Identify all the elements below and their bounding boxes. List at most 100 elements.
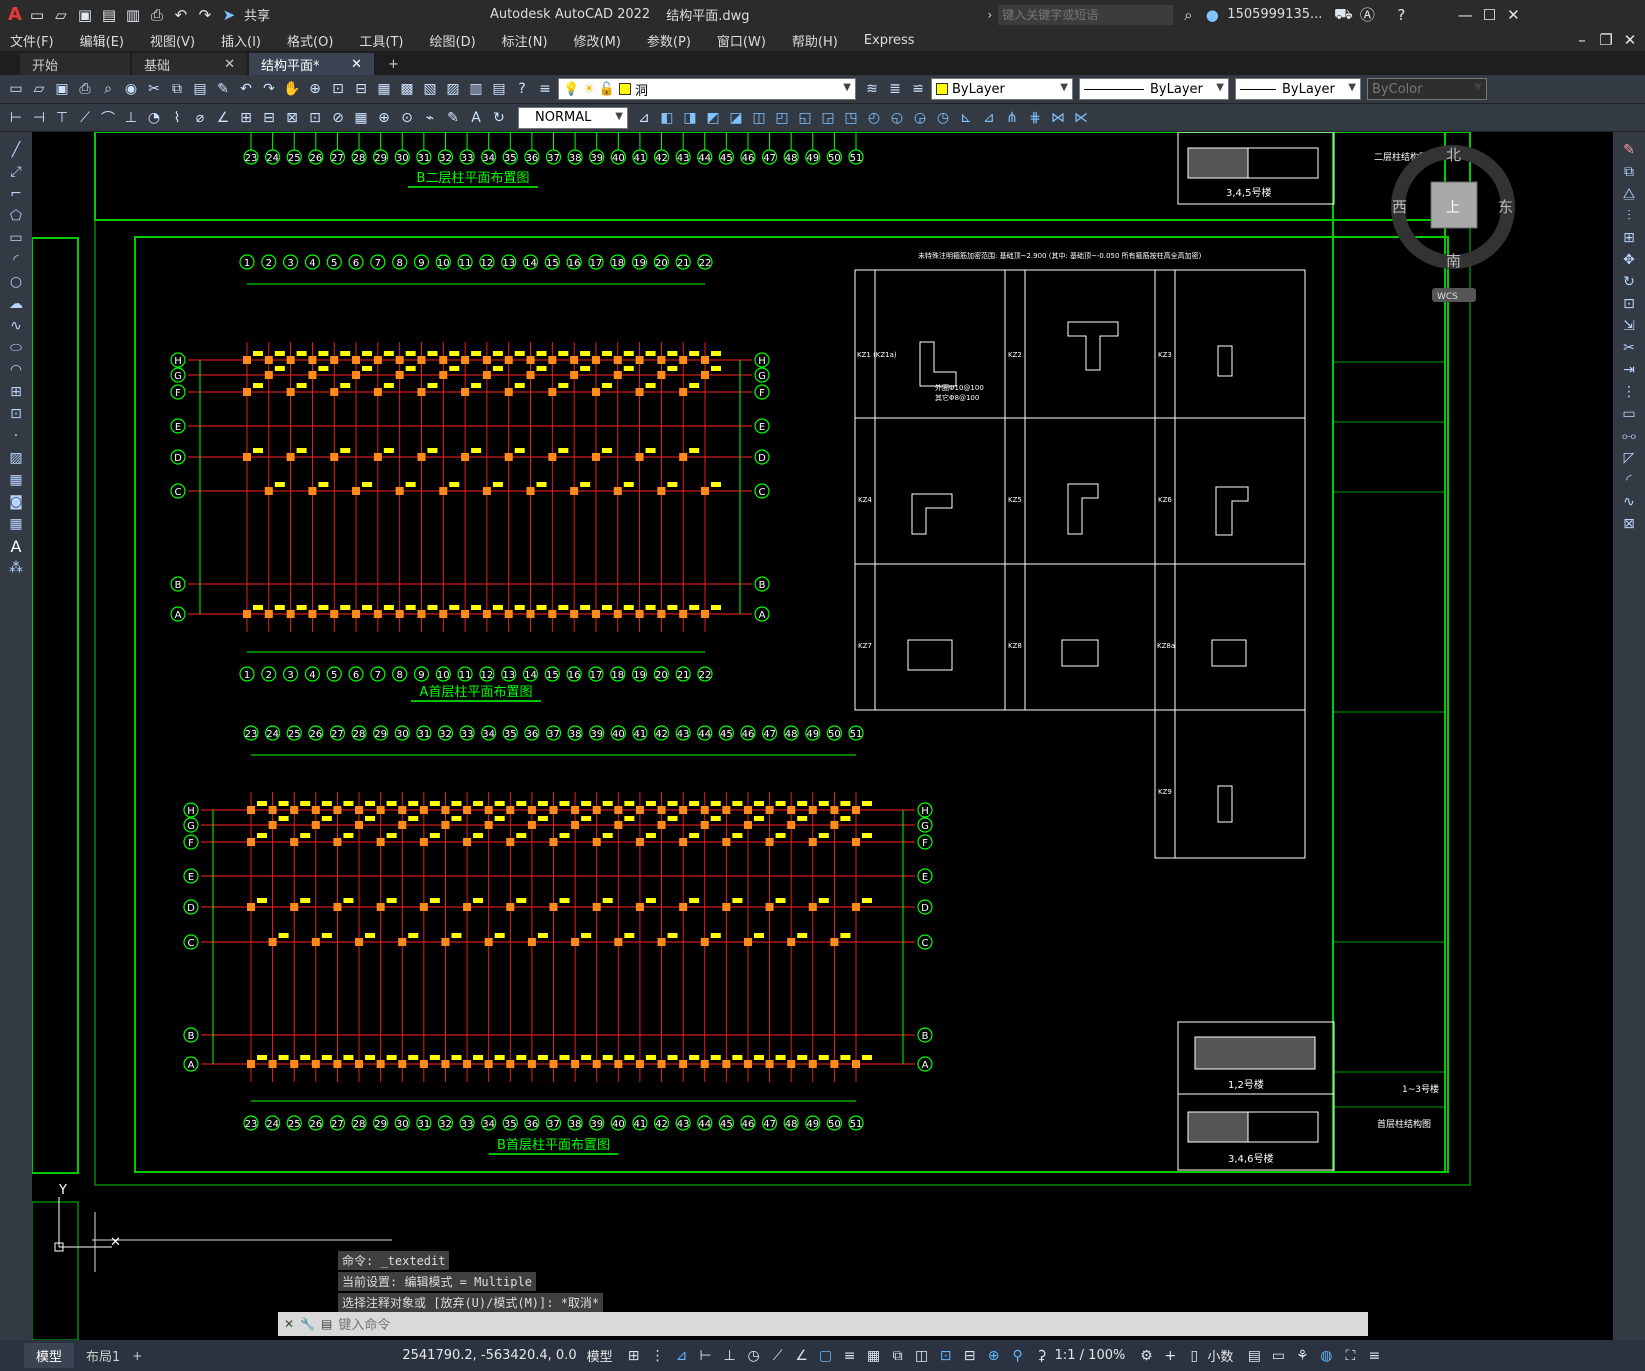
minimize-icon[interactable]: — xyxy=(1456,6,1474,24)
cmd-close-icon[interactable]: ✕ xyxy=(284,1317,294,1331)
dim-aligned-icon[interactable]: ⟋ xyxy=(75,108,95,128)
workspace-gear-icon[interactable]: ⚙ xyxy=(1135,1345,1157,1367)
save-icon[interactable]: ▣ xyxy=(76,6,94,24)
mtext-icon[interactable]: A xyxy=(5,536,27,556)
point-icon[interactable]: · xyxy=(5,426,27,446)
render-icon[interactable]: ◷ xyxy=(933,108,953,128)
menu-view[interactable]: 视图(V) xyxy=(150,31,195,50)
help-icon[interactable]: ? xyxy=(512,79,532,99)
close-icon[interactable]: ✕ xyxy=(351,57,362,72)
dim-arc-icon[interactable]: ⌒ xyxy=(98,108,118,128)
array-icon[interactable]: ⊞ xyxy=(1618,228,1640,248)
lineweight-dropdown[interactable]: ByLayer ▼ xyxy=(1235,78,1361,100)
maximize-icon[interactable]: ☐ xyxy=(1480,6,1498,24)
selection-filter-icon[interactable]: ⊟ xyxy=(959,1345,981,1367)
polygon-icon[interactable]: ⬠ xyxy=(5,206,27,226)
viewcube[interactable]: 上 北 南 西 东 WCS xyxy=(1391,145,1515,302)
zoom-window-icon[interactable]: ⊡ xyxy=(328,79,348,99)
selection-cycling-icon[interactable]: ⧉ xyxy=(887,1345,909,1367)
menu-edit[interactable]: 编辑(E) xyxy=(80,31,124,50)
menu-file[interactable]: 文件(F) xyxy=(10,31,54,50)
save-as-icon[interactable]: ▤ xyxy=(100,6,118,24)
center-mark-icon[interactable]: ⊕ xyxy=(374,108,394,128)
dim-continue-icon[interactable]: ⊠ xyxy=(282,108,302,128)
publish-icon[interactable]: ▥ xyxy=(124,6,142,24)
dim-baseline-icon[interactable]: ⊟ xyxy=(259,108,279,128)
palettes-icon[interactable]: ▧ xyxy=(420,79,440,99)
view-se-icon[interactable]: ◲ xyxy=(818,108,838,128)
fillet-icon[interactable]: ◜ xyxy=(1618,470,1640,490)
viewcube-top[interactable]: 上 xyxy=(1446,200,1460,216)
new-tab-button[interactable]: + xyxy=(376,53,404,75)
sheetset-icon[interactable]: ▨ xyxy=(443,79,463,99)
menu-insert[interactable]: 插入(I) xyxy=(221,31,261,50)
copy-object-icon[interactable]: ⧉ xyxy=(1618,162,1640,182)
viewcube-north[interactable]: 北 xyxy=(1446,146,1461,164)
offset-icon[interactable]: ⫶ xyxy=(1618,206,1640,226)
mirror-icon[interactable]: ⧋ xyxy=(1618,184,1640,204)
view-bottom-icon[interactable]: ◨ xyxy=(680,108,700,128)
share-button[interactable]: 共享 xyxy=(244,5,270,24)
isodraft-icon[interactable]: ⟋ xyxy=(767,1345,789,1367)
copy-icon[interactable]: ⧉ xyxy=(167,79,187,99)
arc-icon[interactable]: ◜ xyxy=(5,250,27,270)
trim-icon[interactable]: ✂ xyxy=(1618,338,1640,358)
autocad-logo-icon[interactable]: A xyxy=(8,4,22,25)
menu-tools[interactable]: 工具(T) xyxy=(359,31,403,50)
cmd-recent-icon[interactable]: ▤ xyxy=(321,1317,332,1331)
scale-icon[interactable]: ⊡ xyxy=(1618,294,1640,314)
dim-edit-icon[interactable]: ✎ xyxy=(443,108,463,128)
dynamic-ucs-icon[interactable]: ⊡ xyxy=(935,1345,957,1367)
zoom-previous-icon[interactable]: ⊟ xyxy=(351,79,371,99)
layer-properties-icon[interactable]: ≡ xyxy=(535,79,555,99)
stretch-icon[interactable]: ⇲ xyxy=(1618,316,1640,336)
osnap-icon[interactable]: ▢ xyxy=(815,1345,837,1367)
polar-icon[interactable]: ◷ xyxy=(743,1345,765,1367)
quick-properties-icon[interactable]: ▤ xyxy=(1243,1345,1265,1367)
menu-window[interactable]: 窗口(W) xyxy=(717,31,766,50)
hatch-icon[interactable]: ▨ xyxy=(5,448,27,468)
layer-previous-icon[interactable]: ≣ xyxy=(885,79,905,99)
redo-icon[interactable]: ↷ xyxy=(259,79,279,99)
search-input[interactable] xyxy=(998,4,1174,25)
revcloud-icon[interactable]: ☁ xyxy=(5,294,27,314)
blend-icon[interactable]: ∿ xyxy=(1618,492,1640,512)
command-input[interactable] xyxy=(338,1313,1368,1335)
break-icon[interactable]: ▭ xyxy=(1618,404,1640,424)
dim-style-manager-icon[interactable]: ⊿ xyxy=(634,108,654,128)
tab-start[interactable]: 开始 xyxy=(20,53,130,75)
plotstyle-dropdown[interactable]: ByColor ▼ xyxy=(1367,78,1487,100)
dimstyle-dropdown[interactable]: NORMAL ▼ xyxy=(518,106,628,129)
extend-icon[interactable]: ⇥ xyxy=(1618,360,1640,380)
graphics-perf-icon[interactable]: ◍ xyxy=(1315,1345,1337,1367)
command-line[interactable]: ✕ 🔧 ▤ xyxy=(278,1312,1368,1336)
view-back-icon[interactable]: ◰ xyxy=(772,108,792,128)
transparency-icon[interactable]: ▦ xyxy=(863,1345,885,1367)
menu-modify[interactable]: 修改(M) xyxy=(574,31,621,50)
dim-radius-icon[interactable]: ◔ xyxy=(144,108,164,128)
snap-icon[interactable]: ⋮ xyxy=(647,1345,669,1367)
dynamic-input-icon[interactable]: ⊢ xyxy=(695,1345,717,1367)
annotation-monitor-icon[interactable]: + xyxy=(1159,1345,1181,1367)
ortho-icon[interactable]: ⊥ xyxy=(719,1345,741,1367)
dim-ordinate-icon[interactable]: ⊥ xyxy=(121,108,141,128)
dim-jogged-icon[interactable]: ⌇ xyxy=(167,108,187,128)
zoom-realtime-icon[interactable]: ⊕ xyxy=(305,79,325,99)
close-icon[interactable]: ✕ xyxy=(224,57,235,72)
join-icon[interactable]: ⧟ xyxy=(1618,426,1640,446)
markup-icon[interactable]: ▥ xyxy=(466,79,486,99)
break-point-icon[interactable]: ⋮ xyxy=(1618,382,1640,402)
undo-icon[interactable]: ↶ xyxy=(172,6,190,24)
tab-structural-plan[interactable]: 结构平面* ✕ xyxy=(249,53,374,75)
menu-help[interactable]: 帮助(H) xyxy=(792,31,838,50)
dim-angular-icon[interactable]: ∠ xyxy=(213,108,233,128)
annotation-scale[interactable]: 1:1 / 100% xyxy=(1055,1348,1126,1363)
color-dropdown[interactable]: ByLayer ▼ xyxy=(931,78,1073,100)
print-icon[interactable]: ⎙ xyxy=(75,79,95,99)
cut-icon[interactable]: ✂ xyxy=(144,79,164,99)
layer-dropdown[interactable]: 💡 ☀ 🔓 洞 ▼ xyxy=(558,78,856,100)
3dosnap-icon[interactable]: ◫ xyxy=(911,1345,933,1367)
spline-icon[interactable]: ∿ xyxy=(5,316,27,336)
dim-space-icon[interactable]: ⊡ xyxy=(305,108,325,128)
publish-icon[interactable]: ◉ xyxy=(121,79,141,99)
